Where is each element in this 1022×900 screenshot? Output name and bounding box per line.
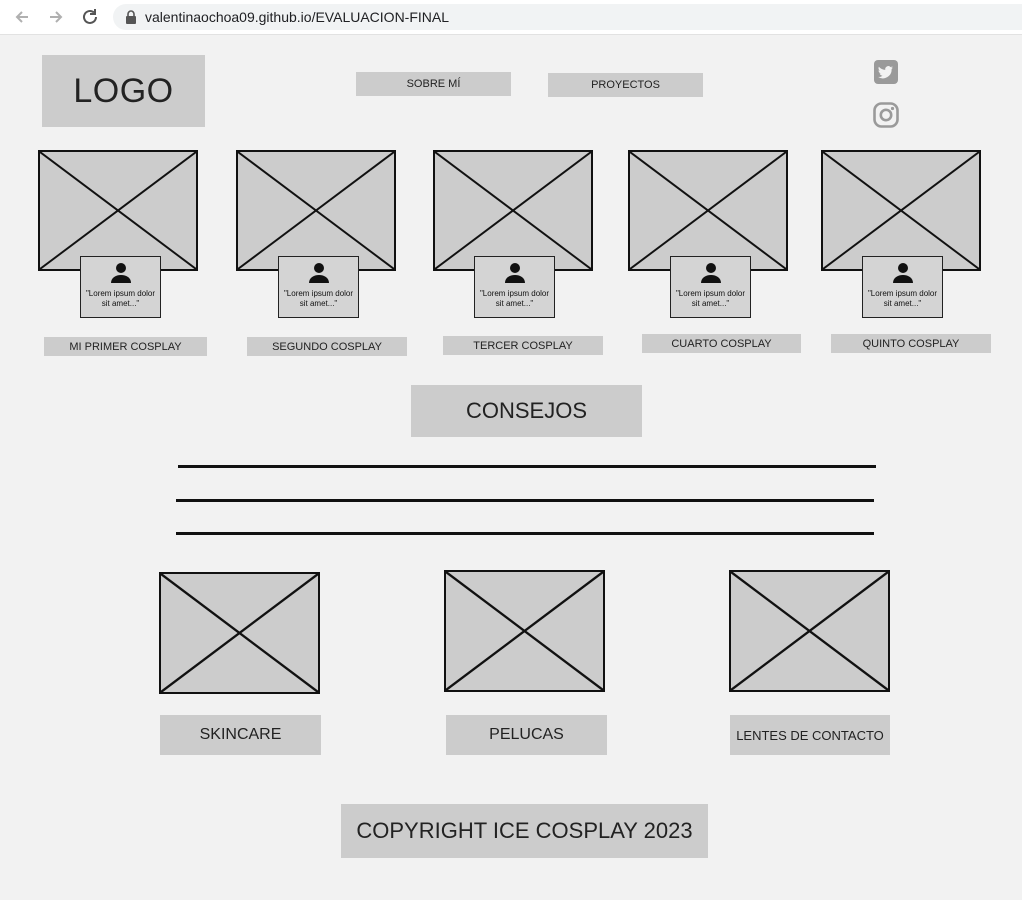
cosplay-4-button[interactable]: CUARTO COSPLAY bbox=[642, 334, 801, 353]
cosplay-image-placeholder bbox=[236, 150, 396, 271]
cosplay-2-button[interactable]: SEGUNDO COSPLAY bbox=[247, 337, 407, 356]
nav-sobre-mi-button[interactable]: SOBRE MÍ bbox=[356, 72, 511, 96]
lock-icon bbox=[125, 10, 137, 29]
tip-image-placeholder bbox=[444, 570, 605, 692]
cosplay-image-placeholder bbox=[433, 150, 593, 271]
user-icon bbox=[892, 262, 914, 289]
browser-toolbar: valentinaochoa09.github.io/EVALUACION-FI… bbox=[0, 0, 1022, 35]
consejos-heading: CONSEJOS bbox=[411, 385, 642, 437]
cosplay-1-button[interactable]: MI PRIMER COSPLAY bbox=[44, 337, 207, 356]
text-line-placeholder bbox=[176, 499, 874, 502]
text-line-placeholder bbox=[176, 532, 874, 535]
quote-text: "Lorem ipsum dolor sit amet..." bbox=[283, 289, 354, 308]
nav-proyectos-button[interactable]: PROYECTOS bbox=[548, 73, 703, 97]
logo[interactable]: LOGO bbox=[42, 55, 205, 127]
skincare-button[interactable]: SKINCARE bbox=[160, 715, 321, 755]
quote-card: "Lorem ipsum dolor sit amet..." bbox=[670, 256, 751, 318]
cosplay-image-placeholder bbox=[821, 150, 981, 271]
quote-text: "Lorem ipsum dolor sit amet..." bbox=[867, 289, 938, 308]
lentes-de-contacto-button[interactable]: LENTES DE CONTACTO bbox=[730, 715, 890, 755]
cosplay-3-button[interactable]: TERCER COSPLAY bbox=[443, 336, 603, 355]
text-line-placeholder bbox=[178, 465, 876, 468]
pelucas-button[interactable]: PELUCAS bbox=[446, 715, 607, 755]
tip-image-placeholder bbox=[159, 572, 320, 694]
quote-card: "Lorem ipsum dolor sit amet..." bbox=[862, 256, 943, 318]
quote-text: "Lorem ipsum dolor sit amet..." bbox=[675, 289, 746, 308]
twitter-icon[interactable] bbox=[872, 58, 900, 86]
footer-copyright: COPYRIGHT ICE COSPLAY 2023 bbox=[341, 804, 708, 858]
quote-card: "Lorem ipsum dolor sit amet..." bbox=[474, 256, 555, 318]
user-icon bbox=[110, 262, 132, 289]
url-text: valentinaochoa09.github.io/EVALUACION-FI… bbox=[145, 9, 450, 25]
user-icon bbox=[504, 262, 526, 289]
user-icon bbox=[700, 262, 722, 289]
address-bar[interactable]: valentinaochoa09.github.io/EVALUACION-FI… bbox=[113, 4, 1022, 30]
forward-arrow-icon[interactable] bbox=[46, 7, 66, 27]
quote-card: "Lorem ipsum dolor sit amet..." bbox=[80, 256, 161, 318]
reload-icon[interactable] bbox=[80, 7, 100, 27]
back-arrow-icon[interactable] bbox=[12, 7, 32, 27]
quote-card: "Lorem ipsum dolor sit amet..." bbox=[278, 256, 359, 318]
user-icon bbox=[308, 262, 330, 289]
cosplay-image-placeholder bbox=[628, 150, 788, 271]
cosplay-image-placeholder bbox=[38, 150, 198, 271]
tip-image-placeholder bbox=[729, 570, 890, 692]
instagram-icon[interactable] bbox=[872, 101, 900, 129]
cosplay-5-button[interactable]: QUINTO COSPLAY bbox=[831, 334, 991, 353]
quote-text: "Lorem ipsum dolor sit amet..." bbox=[479, 289, 550, 308]
quote-text: "Lorem ipsum dolor sit amet..." bbox=[85, 289, 156, 308]
